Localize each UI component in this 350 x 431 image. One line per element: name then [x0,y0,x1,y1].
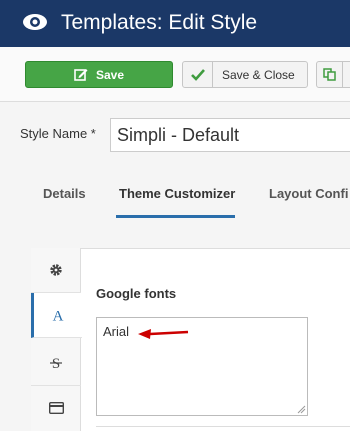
save-as-copy-button[interactable] [316,61,350,88]
credit-card-icon [48,401,64,414]
svg-text:A: A [53,309,64,323]
active-tab-indicator [116,215,235,218]
page-title: Templates: Edit Style [61,11,258,34]
typography-icon: A [53,309,64,323]
google-fonts-label: Google fonts [96,286,177,301]
strikethrough-icon: S [50,356,62,371]
save-button-label: Save [95,67,125,82]
style-name-label: Style Name * [20,126,96,141]
save-close-label: Save & Close [222,67,295,82]
edit-icon [74,68,88,81]
save-close-button[interactable]: Save & Close [182,61,308,88]
eye-icon [23,14,47,30]
resize-handle-icon[interactable] [296,404,306,414]
sidebar-item-settings[interactable] [31,248,81,293]
sidebar-item-typography[interactable]: A [31,293,82,338]
save-button[interactable]: Save [25,61,173,88]
toolbar: Save Save & Close [0,47,350,102]
tab-layout-config[interactable]: Layout Confi [269,186,348,201]
gear-icon [50,264,62,276]
divider [96,426,350,427]
copy-icon [317,62,343,87]
google-fonts-textarea[interactable]: Arial [96,317,308,416]
annotation-arrow-icon [138,329,189,339]
tab-details[interactable]: Details [43,186,86,201]
app-header: Templates: Edit Style [0,0,350,47]
sidebar-item-strikethrough[interactable]: S [31,341,81,386]
style-name-input[interactable]: Simpli - Default [110,118,350,152]
check-icon [183,62,213,87]
tab-theme-customizer[interactable]: Theme Customizer [119,186,235,201]
sidebar-item-payment[interactable] [31,385,81,430]
